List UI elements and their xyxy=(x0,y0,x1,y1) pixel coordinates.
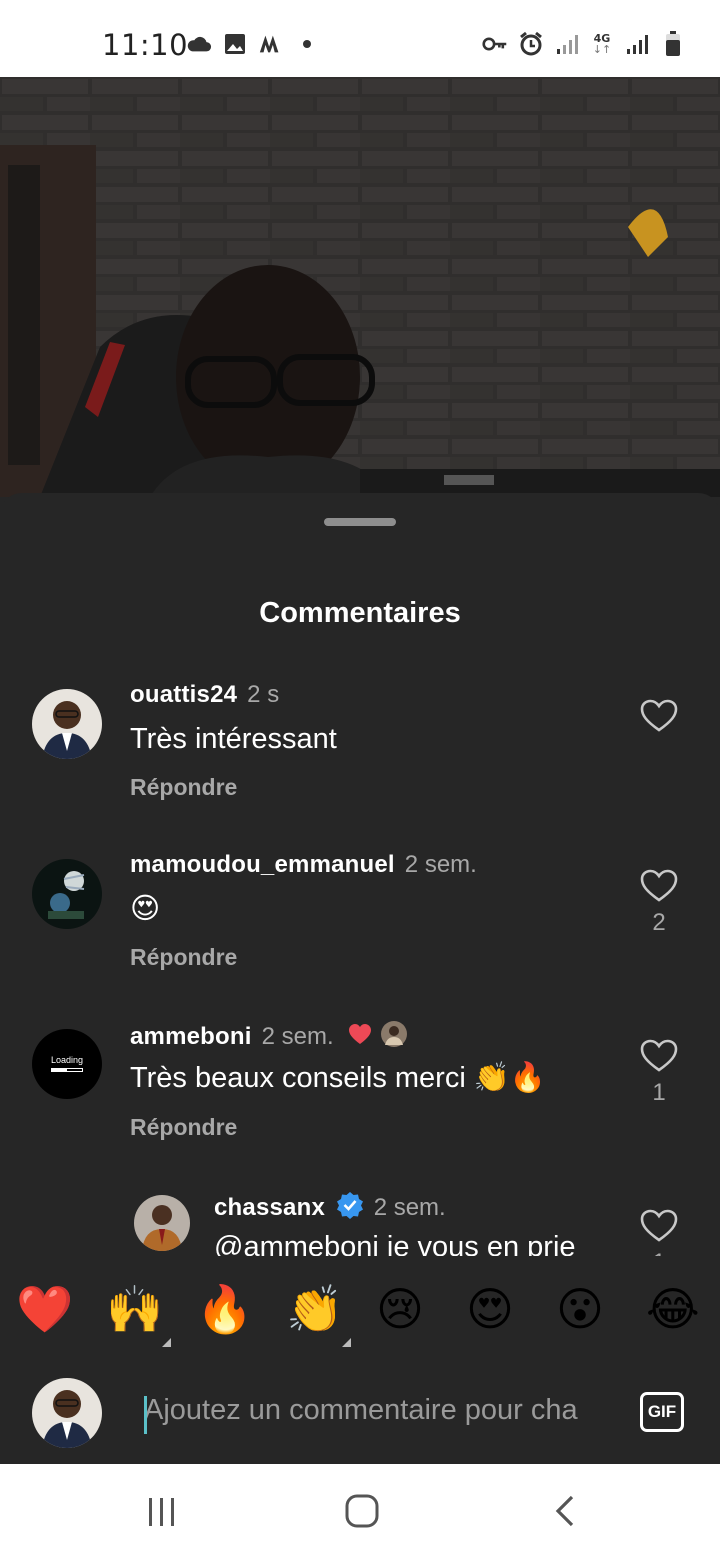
comment-username[interactable]: ouattis24 xyxy=(130,681,237,708)
emoji-variants-indicator xyxy=(342,1338,351,1347)
alarm-icon xyxy=(518,31,544,56)
heart-icon[interactable] xyxy=(640,1039,678,1073)
emoji-heart-eyes-button[interactable]: 😍 xyxy=(466,1280,524,1338)
emoji-crying-button[interactable]: 😢 xyxy=(376,1280,434,1338)
comment-input[interactable]: Ajoutez un commentaire pour cha xyxy=(144,1394,624,1434)
emoji-fire-button[interactable]: 🔥 xyxy=(196,1280,254,1338)
battery-icon xyxy=(660,31,686,56)
verified-badge-icon xyxy=(336,1191,364,1226)
heart-icon[interactable] xyxy=(640,1209,678,1243)
comment-username[interactable]: chassanx xyxy=(214,1194,325,1221)
drag-handle[interactable] xyxy=(324,518,396,526)
image-icon xyxy=(222,32,248,56)
home-button[interactable] xyxy=(345,1494,379,1528)
comment-time: 2 sem. xyxy=(373,1193,446,1221)
comment-text: Très beaux conseils merci 👏🔥 xyxy=(130,1062,547,1094)
comment-username[interactable]: ammeboni xyxy=(130,1023,252,1050)
comment-text: @ammeboni je vous en prie xyxy=(214,1231,576,1256)
comment-time: 2 sem. xyxy=(404,851,477,878)
reply-button[interactable]: Répondre xyxy=(130,1114,237,1141)
emoji-laughing-button[interactable]: 😂 xyxy=(646,1280,704,1338)
comment-text: Très intéressant xyxy=(130,723,337,755)
emoji-clap-button[interactable]: 👏 xyxy=(286,1280,344,1338)
comment-meta: ouattis24 2 s xyxy=(130,681,279,709)
app-icon xyxy=(258,32,284,56)
system-nav-bar xyxy=(0,1464,720,1560)
emoji-surprised-button[interactable]: 😮 xyxy=(556,1280,614,1338)
cloud-icon xyxy=(186,32,212,56)
current-user-avatar xyxy=(32,1378,102,1448)
like-count: 1 xyxy=(640,1249,678,1256)
like-count: 2 xyxy=(652,909,666,936)
gif-button[interactable]: GIF xyxy=(640,1392,684,1432)
signal-icon xyxy=(554,32,580,56)
comment-meta: ammeboni 2 sem. xyxy=(130,1021,407,1054)
emoji-raised-hands-button[interactable]: 🙌 xyxy=(106,1280,164,1338)
heart-icon[interactable] xyxy=(640,699,678,733)
comment-text: 😍 xyxy=(130,893,161,925)
back-button[interactable] xyxy=(552,1494,578,1528)
dot-icon xyxy=(294,32,320,56)
avatar[interactable]: Loading xyxy=(32,1029,102,1099)
signal-icon xyxy=(624,32,650,56)
reply-button[interactable]: Répondre xyxy=(130,944,237,971)
comment-time: 2 sem. xyxy=(261,1022,334,1050)
heart-icon[interactable] xyxy=(640,869,678,903)
video-frame-image xyxy=(0,77,720,497)
avatar[interactable] xyxy=(32,689,102,759)
reply-button[interactable]: Répondre xyxy=(130,774,237,801)
creator-avatar xyxy=(381,1021,407,1054)
sheet-title: Commentaires xyxy=(259,597,461,629)
creator-heart-icon xyxy=(348,1023,372,1052)
comment-username[interactable]: mamoudou_emmanuel xyxy=(130,851,395,878)
like-count: 1 xyxy=(652,1079,666,1106)
comment-composer: Ajoutez un commentaire pour cha GIF xyxy=(0,1364,720,1464)
reply-comment-item: chassanx 2 sem. @ammeboni je vous en pri… xyxy=(0,1191,720,1256)
avatar[interactable] xyxy=(32,859,102,929)
recent-apps-button[interactable] xyxy=(146,1496,178,1528)
status-time: 11:10 xyxy=(102,28,189,62)
video-background[interactable] xyxy=(0,77,720,497)
emoji-heart-button[interactable]: ❤️ xyxy=(16,1280,74,1338)
network-4g-icon: 4G ↓↑ xyxy=(592,32,612,56)
emoji-variants-indicator xyxy=(162,1338,171,1347)
status-bar: 11:10 4G ↓↑ xyxy=(0,0,720,77)
key-icon xyxy=(482,32,508,56)
avatar[interactable] xyxy=(134,1195,190,1251)
comment-meta: chassanx 2 sem. xyxy=(214,1191,446,1226)
comment-time: 2 s xyxy=(247,681,280,708)
emoji-quick-bar: ❤️ 🙌 🔥 👏 😢 😍 😮 😂 xyxy=(0,1258,720,1364)
comment-meta: mamoudou_emmanuel 2 sem. xyxy=(130,851,477,879)
avatar-loading-text: Loading xyxy=(50,1055,84,1065)
text-caret xyxy=(144,1396,147,1434)
